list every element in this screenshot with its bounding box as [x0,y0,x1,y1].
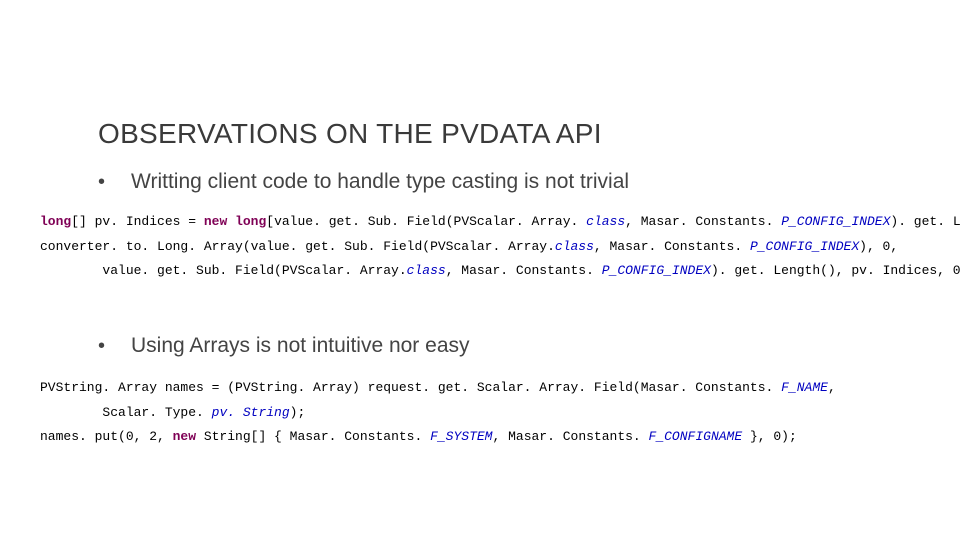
code-token: [] pv. Indices = [71,214,204,229]
code-token: P_CONFIG_INDEX [781,214,890,229]
code-token: ). get. Length(), pv. Indices, 0); [711,263,960,278]
code-token: value. get. Sub. Field(PVScalar. Array. [40,263,407,278]
code-token: new [173,429,196,444]
code-token: , [828,380,836,395]
bullet-2: • Using Arrays is not intuitive nor easy [98,333,470,359]
code-token: names. put(0, 2, [40,429,173,444]
code-token: , Masar. Constants. [493,429,649,444]
code-snippet-2: PVString. Array names = (PVString. Array… [40,376,836,450]
code-token: class [555,239,594,254]
code-token: F_NAME [781,380,828,395]
code-token: long [40,214,71,229]
code-token: class [407,263,446,278]
code-snippet-1: long[] pv. Indices = new long[value. get… [40,210,960,284]
code-token: , Masar. Constants. [446,263,602,278]
code-token: ), 0, [859,239,898,254]
code-token [227,214,235,229]
code-token: Scalar. Type. [40,405,212,420]
code-token: pv. String [212,405,290,420]
code-token: P_CONFIG_INDEX [750,239,859,254]
code-token: F_CONFIGNAME [649,429,743,444]
code-token: long [235,214,266,229]
code-token: PVString. Array names = (PVString. Array… [40,380,781,395]
code-token: F_SYSTEM [430,429,492,444]
code-token: new [204,214,227,229]
code-token: converter. to. Long. Array(value. get. S… [40,239,555,254]
code-token: String[] { Masar. Constants. [196,429,430,444]
code-token: ). get. Length()]; [890,214,960,229]
bullet-dot-icon: • [98,333,105,358]
code-token: }, 0); [742,429,797,444]
code-token: ); [290,405,306,420]
bullet-2-text: Using Arrays is not intuitive nor easy [131,333,469,359]
bullet-dot-icon: • [98,169,105,194]
code-token: [value. get. Sub. Field(PVScalar. Array. [266,214,586,229]
code-token: , Masar. Constants. [625,214,781,229]
bullet-1-text: Writting client code to handle type cast… [131,169,629,195]
code-token: , Masar. Constants. [594,239,750,254]
code-token: class [586,214,625,229]
code-token: P_CONFIG_INDEX [602,263,711,278]
bullet-1: • Writting client code to handle type ca… [98,169,629,195]
slide-title: OBSERVATIONS ON THE PVDATA API [98,118,602,150]
slide: OBSERVATIONS ON THE PVDATA API • Writtin… [0,0,960,540]
